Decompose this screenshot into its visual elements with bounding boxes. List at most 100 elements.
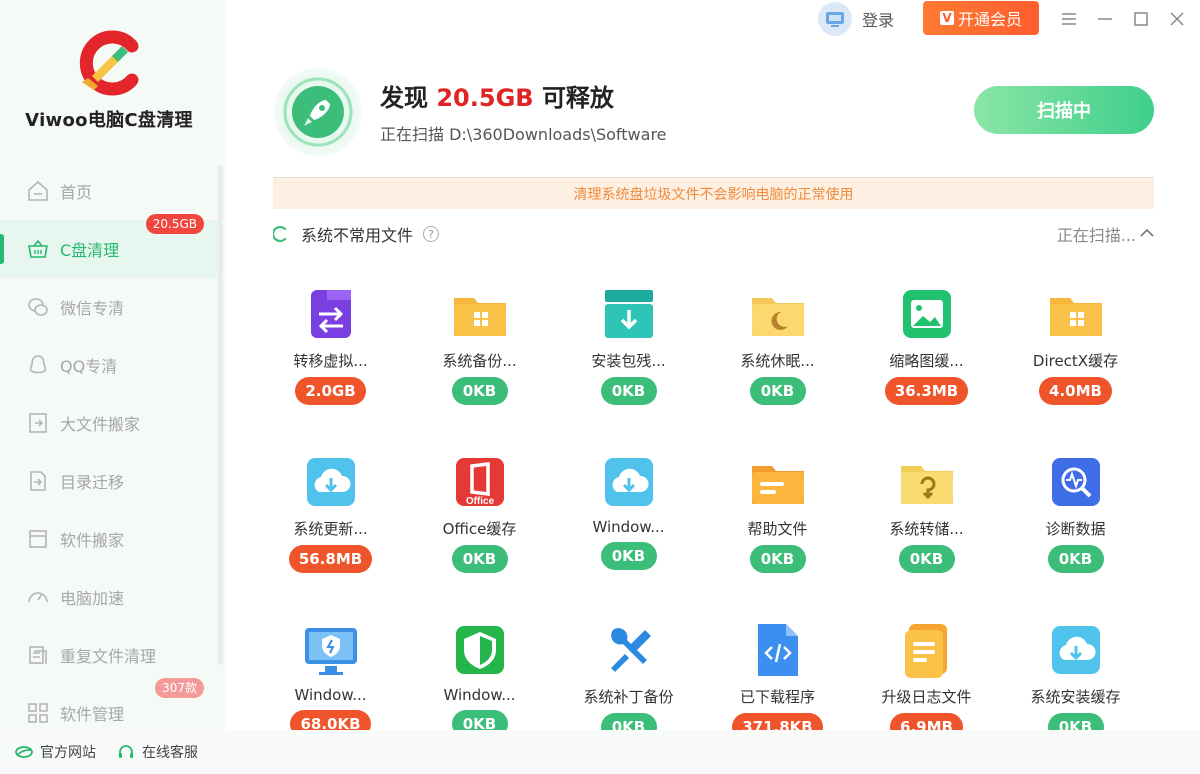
vip-button[interactable]: V 开通会员 — [923, 1, 1039, 35]
speedometer-icon — [26, 585, 50, 609]
clean-item-tile[interactable]: 系统更新... 56.8MB — [256, 448, 405, 616]
app-name: Viwoo电脑C盘清理 — [25, 110, 193, 131]
sleep-folder-icon — [748, 284, 808, 344]
clean-item-size-badge: 0KB — [749, 545, 806, 573]
clean-item-tile[interactable]: 系统补丁备份 0KB — [554, 616, 703, 730]
clean-item-tile[interactable]: DirectX缓存 4.0MB — [1001, 280, 1150, 448]
clean-item-label: Window... — [592, 518, 665, 536]
headset-icon — [119, 745, 133, 758]
clean-item-tile[interactable]: 升级日志文件 6.9MB — [852, 616, 1001, 730]
thumbnail-icon — [897, 284, 957, 344]
online-support-label: 在线客服 — [142, 745, 198, 761]
title-bar: 登录 V 开通会员 — [226, 0, 1200, 38]
help-icon[interactable]: ? — [423, 226, 440, 242]
section-header: 系统不常用文件 ? 正在扫描... — [273, 220, 1154, 248]
duplicate-icon — [26, 643, 50, 667]
windows-folder-icon — [450, 284, 510, 344]
dump-folder-icon — [897, 452, 957, 512]
clean-item-label: 系统补丁备份 — [583, 688, 674, 706]
cloud-download-icon — [301, 452, 361, 512]
nav-item-wechat[interactable]: 微信专清 — [0, 278, 218, 336]
nav-item-qq[interactable]: QQ专清 — [0, 336, 218, 394]
clean-item-tile[interactable]: 系统备份... 0KB — [405, 280, 554, 448]
clean-item-tile[interactable]: 转移虚拟... 2.0GB — [256, 280, 405, 448]
nav-item-c-drive-clean[interactable]: C盘清理 20.5GB — [0, 214, 218, 278]
clean-item-label: Window... — [443, 686, 516, 704]
rocket-icon — [283, 77, 353, 147]
clean-item-tile[interactable]: Window... 0KB — [405, 616, 554, 730]
clean-item-size-badge: 68.0KB — [290, 710, 371, 730]
install-package-icon — [599, 284, 659, 344]
nav-item-large-file-move[interactable]: 大文件搬家 — [0, 394, 218, 452]
clean-item-label: 升级日志文件 — [881, 688, 972, 706]
clean-item-label: DirectX缓存 — [1032, 352, 1119, 370]
clean-item-label: 诊断数据 — [1045, 520, 1106, 538]
clean-item-size-badge: 0KB — [600, 542, 657, 570]
chevron-up-icon[interactable] — [1140, 228, 1154, 238]
clean-item-size-badge: 0KB — [600, 713, 657, 730]
nav-item-label: 目录迁移 — [60, 473, 125, 492]
nav-item-label: 软件管理 — [60, 705, 125, 724]
count-badge: 307款 — [155, 678, 204, 698]
clean-item-size-badge: 0KB — [451, 377, 508, 405]
nav-item-label: 首页 — [60, 183, 93, 202]
nav-item-dir-migrate[interactable]: 目录迁移 — [0, 452, 218, 510]
official-site-link[interactable]: 官方网站 — [14, 742, 96, 762]
nav-item-label: QQ专清 — [60, 357, 118, 376]
item-grid: 转移虚拟... 2.0GB 系统备份... 0KB 安装包残... 0KB 系统休眠... 0… — [256, 280, 1156, 730]
clean-item-tile[interactable]: 安装包残... 0KB — [554, 280, 703, 448]
scanning-button[interactable]: 扫描中 — [974, 86, 1154, 134]
svg-text:Office: Office — [465, 496, 494, 507]
clean-item-tile[interactable]: 系统安装缓存 0KB — [1001, 616, 1150, 730]
notice-banner: 清理系统盘垃圾文件不会影响电脑的正常使用 — [273, 177, 1154, 209]
section-title: 系统不常用文件 — [301, 226, 414, 245]
clean-item-tile[interactable]: 诊断数据 0KB — [1001, 448, 1150, 616]
vip-label: 开通会员 — [957, 10, 1022, 29]
clean-item-tile[interactable]: Office Office缓存 0KB — [405, 448, 554, 616]
clean-item-size-badge: 0KB — [1047, 713, 1104, 730]
clean-item-tile[interactable]: 帮助文件 0KB — [703, 448, 852, 616]
clean-item-size-badge: 56.8MB — [288, 545, 373, 573]
clean-item-tile[interactable]: 已下载程序 371.8KB — [703, 616, 852, 730]
scan-status: 正在扫描... — [1056, 226, 1136, 245]
menu-button[interactable] — [1058, 8, 1080, 30]
office-icon: Office — [450, 452, 510, 512]
clean-item-label: 系统更新... — [293, 520, 368, 538]
clean-item-tile[interactable]: 系统休眠... 0KB — [703, 280, 852, 448]
maximize-button[interactable] — [1130, 8, 1152, 30]
clean-item-label: 缩略图缓... — [889, 352, 964, 370]
login-button[interactable]: 登录 — [818, 2, 894, 36]
clean-item-tile[interactable]: Window... 0KB — [554, 448, 703, 616]
brand: Viwoo电脑C盘清理 — [0, 28, 218, 132]
globe-icon — [15, 746, 33, 758]
clean-item-label: 系统转储... — [889, 520, 964, 538]
clean-item-tile[interactable]: 缩略图缓... 36.3MB — [852, 280, 1001, 448]
official-site-label: 官方网站 — [40, 745, 96, 761]
clean-item-size-badge: 0KB — [451, 545, 508, 573]
minimize-button[interactable] — [1094, 8, 1116, 30]
online-support-link[interactable]: 在线客服 — [116, 742, 198, 762]
help-folder-icon — [748, 452, 808, 512]
clean-item-label: 系统备份... — [442, 352, 517, 370]
avatar-icon — [818, 2, 852, 36]
wechat-icon — [26, 295, 50, 319]
freeable-amount: 20.5GB — [436, 84, 534, 112]
clean-item-tile[interactable]: 系统转储... 0KB — [852, 448, 1001, 616]
size-badge: 20.5GB — [145, 214, 204, 234]
sidebar-scrollbar[interactable] — [218, 165, 223, 665]
monitor-shield-icon — [301, 620, 361, 680]
nav-item-duplicate-clean[interactable]: 重复文件清理 — [0, 626, 218, 684]
nav-item-software-move[interactable]: 软件搬家 — [0, 510, 218, 568]
clean-item-size-badge: 0KB — [1047, 545, 1104, 573]
nav-item-speedup[interactable]: 电脑加速 — [0, 568, 218, 626]
apps-icon — [26, 701, 50, 725]
diagnostics-icon — [1046, 452, 1106, 512]
transfer-virtual-memory-icon — [301, 284, 361, 344]
clean-item-tile[interactable]: Window... 68.0KB — [256, 616, 405, 730]
scan-path: 正在扫描 D:\360Downloads\Software — [380, 125, 667, 144]
login-label: 登录 — [862, 11, 895, 30]
log-file-icon — [897, 620, 957, 680]
basket-icon — [26, 237, 50, 261]
close-button[interactable] — [1166, 8, 1188, 30]
nav-item-home[interactable]: 首页 — [0, 162, 218, 220]
